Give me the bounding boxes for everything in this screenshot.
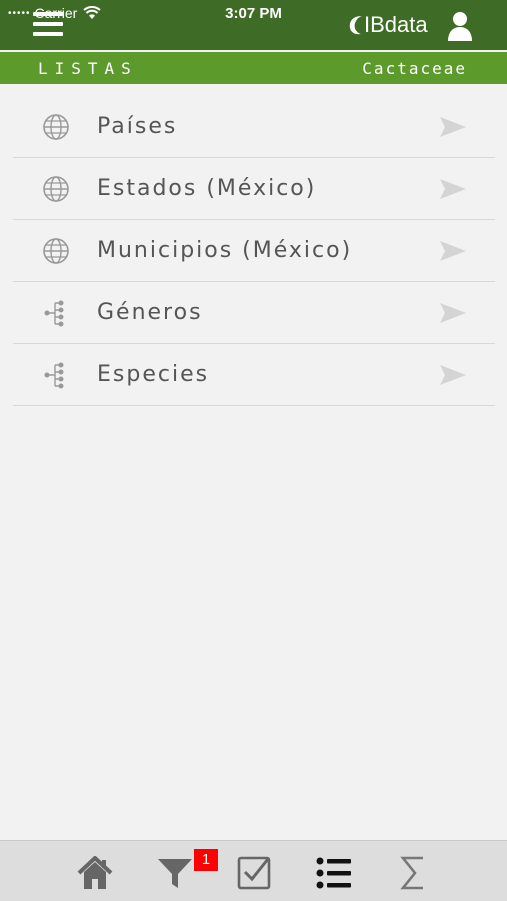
arrow-right-icon <box>440 117 466 137</box>
logo-text: IBdata <box>364 12 428 37</box>
arrow-right-icon <box>440 179 466 199</box>
list-item-label: Estados (México) <box>97 176 317 201</box>
hamburger-line <box>33 32 63 36</box>
list-item-especies[interactable]: Especies <box>13 344 495 406</box>
list-item-label: Géneros <box>97 300 203 325</box>
app-logo: IBdata <box>348 12 428 38</box>
globe-icon <box>43 114 69 140</box>
status-time: 3:07 PM <box>225 5 282 22</box>
section-title: LISTAS <box>38 59 138 78</box>
list-icon[interactable] <box>314 853 354 893</box>
filter-icon[interactable] <box>155 853 195 893</box>
hamburger-icon <box>33 12 63 16</box>
user-icon[interactable] <box>446 10 474 42</box>
globe-icon <box>43 238 69 264</box>
lists-menu: Países Estados (México) Municipios (Méxi… <box>13 96 495 406</box>
section-bar: LISTAS Cactaceae <box>0 52 507 84</box>
hamburger-line <box>33 22 63 26</box>
list-item-label: Países <box>97 114 178 139</box>
bottom-tab-bar <box>0 840 507 901</box>
list-item-paises[interactable]: Países <box>13 96 495 158</box>
hierarchy-icon <box>44 362 64 389</box>
list-item-municipios[interactable]: Municipios (México) <box>13 220 495 282</box>
arrow-right-icon <box>440 303 466 323</box>
home-icon[interactable] <box>75 853 115 893</box>
globe-icon <box>43 176 69 202</box>
hierarchy-icon <box>44 300 64 327</box>
list-item-generos[interactable]: Géneros <box>13 282 495 344</box>
filter-badge: 1 <box>194 849 218 871</box>
list-item-estados[interactable]: Estados (México) <box>13 158 495 220</box>
checkbox-icon[interactable] <box>235 853 275 893</box>
list-item-label: Municipios (México) <box>97 238 353 263</box>
arrow-right-icon <box>440 365 466 385</box>
top-bar: ••••• Carrier 3:07 PM IBdata <box>0 0 507 50</box>
sigma-icon[interactable] <box>393 853 433 893</box>
context-label: Cactaceae <box>362 59 467 78</box>
arrow-right-icon <box>440 241 466 261</box>
list-item-label: Especies <box>97 362 210 387</box>
menu-button[interactable] <box>33 12 65 40</box>
logo-mark-icon <box>349 16 362 35</box>
